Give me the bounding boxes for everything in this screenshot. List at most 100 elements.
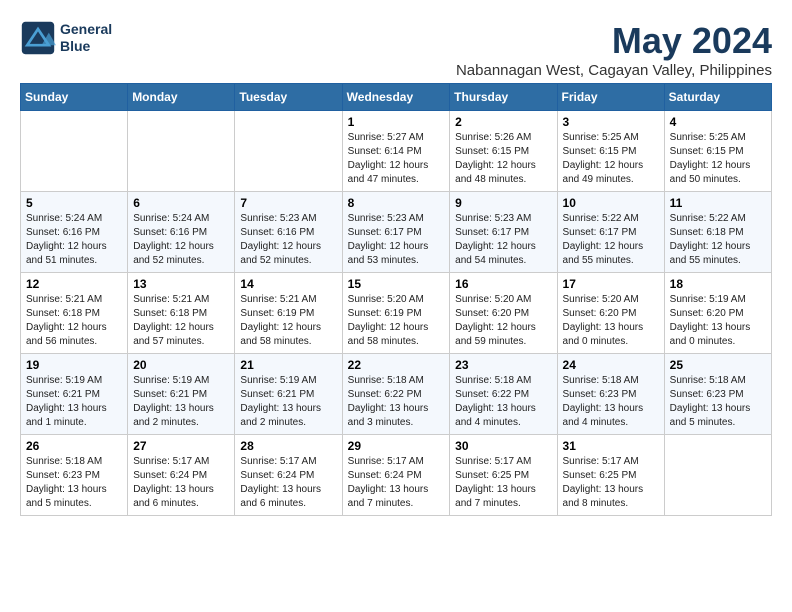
day-number: 10 (563, 196, 659, 210)
weekday-header: Monday (128, 84, 235, 111)
calendar-cell: 20 Sunrise: 5:19 AMSunset: 6:21 PMDayligh… (128, 354, 235, 435)
cell-info: Sunrise: 5:20 AMSunset: 6:19 PMDaylight:… (348, 293, 445, 349)
day-number: 12 (26, 277, 122, 291)
calendar-cell: 7 Sunrise: 5:23 AMSunset: 6:16 PMDaylight… (235, 192, 342, 273)
cell-info: Sunrise: 5:21 AMSunset: 6:18 PMDaylight:… (26, 293, 122, 349)
calendar-cell: 10 Sunrise: 5:22 AMSunset: 6:17 PMDayligh… (557, 192, 664, 273)
day-number: 13 (133, 277, 229, 291)
cell-info: Sunrise: 5:19 AMSunset: 6:21 PMDaylight:… (133, 374, 229, 430)
calendar-cell: 5 Sunrise: 5:24 AMSunset: 6:16 PMDaylight… (21, 192, 128, 273)
weekday-header: Sunday (21, 84, 128, 111)
calendar-cell: 22 Sunrise: 5:18 AMSunset: 6:22 PMDayligh… (342, 354, 450, 435)
cell-info: Sunrise: 5:17 AMSunset: 6:24 PMDaylight:… (348, 455, 445, 511)
day-number: 21 (240, 358, 336, 372)
cell-info: Sunrise: 5:23 AMSunset: 6:17 PMDaylight:… (455, 212, 551, 268)
header: General Blue May 2024 Nabannagan West, C… (20, 20, 772, 79)
day-number: 18 (670, 277, 766, 291)
day-number: 26 (26, 439, 122, 453)
day-number: 28 (240, 439, 336, 453)
cell-info: Sunrise: 5:24 AMSunset: 6:16 PMDaylight:… (133, 212, 229, 268)
weekday-header: Friday (557, 84, 664, 111)
calendar-cell: 26 Sunrise: 5:18 AMSunset: 6:23 PMDayligh… (21, 435, 128, 516)
day-number: 20 (133, 358, 229, 372)
calendar-header-row: SundayMondayTuesdayWednesdayThursdayFrid… (21, 84, 772, 111)
cell-info: Sunrise: 5:21 AMSunset: 6:18 PMDaylight:… (133, 293, 229, 349)
calendar-table: SundayMondayTuesdayWednesdayThursdayFrid… (20, 83, 772, 516)
weekday-header: Saturday (664, 84, 771, 111)
cell-info: Sunrise: 5:27 AMSunset: 6:14 PMDaylight:… (348, 131, 445, 187)
cell-info: Sunrise: 5:24 AMSunset: 6:16 PMDaylight:… (26, 212, 122, 268)
calendar-cell: 9 Sunrise: 5:23 AMSunset: 6:17 PMDaylight… (450, 192, 557, 273)
calendar-cell: 23 Sunrise: 5:18 AMSunset: 6:22 PMDayligh… (450, 354, 557, 435)
calendar-cell: 27Sunrise: 5:17 AMSunset: 6:24 PMDayligh… (128, 435, 235, 516)
calendar-cell: 1Sunrise: 5:27 AMSunset: 6:14 PMDaylight… (342, 111, 450, 192)
cell-info: Sunrise: 5:26 AMSunset: 6:15 PMDaylight:… (455, 131, 551, 187)
title-area: May 2024 Nabannagan West, Cagayan Valley… (456, 20, 772, 79)
calendar-cell: 13 Sunrise: 5:21 AMSunset: 6:18 PMDayligh… (128, 273, 235, 354)
weekday-header: Tuesday (235, 84, 342, 111)
day-number: 25 (670, 358, 766, 372)
calendar-cell: 18Sunrise: 5:19 AMSunset: 6:20 PMDayligh… (664, 273, 771, 354)
calendar-cell (21, 111, 128, 192)
day-number: 19 (26, 358, 122, 372)
calendar-week-row: 26 Sunrise: 5:18 AMSunset: 6:23 PMDayligh… (21, 435, 772, 516)
day-number: 31 (563, 439, 659, 453)
logo-icon (20, 20, 56, 56)
day-number: 9 (455, 196, 551, 210)
calendar-cell (235, 111, 342, 192)
cell-info: Sunrise: 5:22 AMSunset: 6:18 PMDaylight:… (670, 212, 766, 268)
cell-info: Sunrise: 5:22 AMSunset: 6:17 PMDaylight:… (563, 212, 659, 268)
calendar-cell: 8 Sunrise: 5:23 AMSunset: 6:17 PMDaylight… (342, 192, 450, 273)
cell-info: Sunrise: 5:23 AMSunset: 6:16 PMDaylight:… (240, 212, 336, 268)
main-title: May 2024 (456, 20, 772, 62)
calendar-cell: 24 Sunrise: 5:18 AMSunset: 6:23 PMDayligh… (557, 354, 664, 435)
calendar-cell: 6Sunrise: 5:24 AMSunset: 6:16 PMDaylight… (128, 192, 235, 273)
calendar-week-row: 12 Sunrise: 5:21 AMSunset: 6:18 PMDayligh… (21, 273, 772, 354)
day-number: 24 (563, 358, 659, 372)
logo: General Blue (20, 20, 112, 56)
calendar-cell: 28 Sunrise: 5:17 AMSunset: 6:24 PMDayligh… (235, 435, 342, 516)
calendar-cell: 30Sunrise: 5:17 AMSunset: 6:25 PMDayligh… (450, 435, 557, 516)
day-number: 15 (348, 277, 445, 291)
cell-info: Sunrise: 5:17 AMSunset: 6:24 PMDaylight:… (240, 455, 336, 511)
cell-info: Sunrise: 5:20 AMSunset: 6:20 PMDaylight:… (455, 293, 551, 349)
cell-info: Sunrise: 5:21 AMSunset: 6:19 PMDaylight:… (240, 293, 336, 349)
calendar-cell: 16Sunrise: 5:20 AMSunset: 6:20 PMDayligh… (450, 273, 557, 354)
cell-info: Sunrise: 5:17 AMSunset: 6:25 PMDaylight:… (563, 455, 659, 511)
calendar-cell: 17Sunrise: 5:20 AMSunset: 6:20 PMDayligh… (557, 273, 664, 354)
day-number: 2 (455, 115, 551, 129)
day-number: 29 (348, 439, 445, 453)
calendar-cell: 14 Sunrise: 5:21 AMSunset: 6:19 PMDayligh… (235, 273, 342, 354)
calendar-cell: 21 Sunrise: 5:19 AMSunset: 6:21 PMDayligh… (235, 354, 342, 435)
calendar-cell (664, 435, 771, 516)
cell-info: Sunrise: 5:18 AMSunset: 6:23 PMDaylight:… (26, 455, 122, 511)
cell-info: Sunrise: 5:17 AMSunset: 6:25 PMDaylight:… (455, 455, 551, 511)
day-number: 4 (670, 115, 766, 129)
weekday-header: Wednesday (342, 84, 450, 111)
calendar-cell (128, 111, 235, 192)
calendar-cell: 12 Sunrise: 5:21 AMSunset: 6:18 PMDayligh… (21, 273, 128, 354)
calendar-cell: 3 Sunrise: 5:25 AMSunset: 6:15 PMDaylight… (557, 111, 664, 192)
cell-info: Sunrise: 5:18 AMSunset: 6:22 PMDaylight:… (348, 374, 445, 430)
day-number: 11 (670, 196, 766, 210)
day-number: 14 (240, 277, 336, 291)
cell-info: Sunrise: 5:18 AMSunset: 6:23 PMDaylight:… (563, 374, 659, 430)
day-number: 5 (26, 196, 122, 210)
day-number: 23 (455, 358, 551, 372)
logo-text: General Blue (60, 21, 112, 55)
calendar-week-row: 5 Sunrise: 5:24 AMSunset: 6:16 PMDaylight… (21, 192, 772, 273)
day-number: 8 (348, 196, 445, 210)
calendar-cell: 25Sunrise: 5:18 AMSunset: 6:23 PMDayligh… (664, 354, 771, 435)
cell-info: Sunrise: 5:19 AMSunset: 6:21 PMDaylight:… (240, 374, 336, 430)
cell-info: Sunrise: 5:25 AMSunset: 6:15 PMDaylight:… (563, 131, 659, 187)
calendar-week-row: 1Sunrise: 5:27 AMSunset: 6:14 PMDaylight… (21, 111, 772, 192)
day-number: 22 (348, 358, 445, 372)
cell-info: Sunrise: 5:23 AMSunset: 6:17 PMDaylight:… (348, 212, 445, 268)
day-number: 3 (563, 115, 659, 129)
cell-info: Sunrise: 5:18 AMSunset: 6:22 PMDaylight:… (455, 374, 551, 430)
calendar-week-row: 19 Sunrise: 5:19 AMSunset: 6:21 PMDayligh… (21, 354, 772, 435)
cell-info: Sunrise: 5:20 AMSunset: 6:20 PMDaylight:… (563, 293, 659, 349)
calendar-cell: 2 Sunrise: 5:26 AMSunset: 6:15 PMDaylight… (450, 111, 557, 192)
day-number: 27 (133, 439, 229, 453)
day-number: 7 (240, 196, 336, 210)
